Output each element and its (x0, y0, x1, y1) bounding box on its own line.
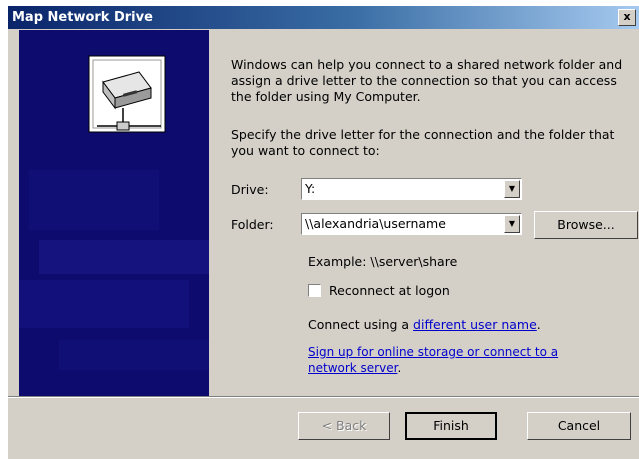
instruction-text: Specify the drive letter for the connect… (231, 127, 615, 158)
browse-button[interactable]: Browse... (534, 211, 638, 239)
example-text: Example: \\server\share (308, 254, 458, 269)
wizard-content: Windows can help you connect to a shared… (209, 30, 639, 396)
folder-combo[interactable]: \\alexandria\username ▼ (301, 213, 522, 235)
connect-using-line: Connect using a different user name. (308, 317, 541, 333)
title-bar[interactable]: Map Network Drive x (8, 6, 639, 29)
reconnect-checkbox[interactable] (308, 284, 321, 297)
finish-button[interactable]: Finish (405, 412, 497, 440)
close-icon: x (623, 10, 631, 23)
cancel-button[interactable]: Cancel (527, 412, 631, 440)
reconnect-label[interactable]: Reconnect at logon (329, 283, 450, 299)
drive-select[interactable]: Y: ▼ (301, 178, 522, 200)
chevron-down-icon[interactable]: ▼ (504, 180, 520, 198)
signup-line: Sign up for online storage or connect to… (308, 344, 608, 376)
close-button[interactable]: x (618, 9, 636, 26)
folder-value: \\alexandria\username (305, 216, 446, 231)
signup-suffix: . (397, 361, 402, 375)
online-storage-link[interactable]: Sign up for online storage or connect to… (308, 345, 558, 375)
drive-label: Drive: (231, 182, 269, 197)
map-network-drive-dialog: Map Network Drive x Windows can help you… (8, 6, 639, 459)
connect-suffix: . (536, 317, 541, 332)
connect-prefix: Connect using a (308, 317, 414, 332)
window-title: Map Network Drive (12, 10, 153, 25)
chevron-down-icon[interactable]: ▼ (504, 215, 520, 233)
different-user-name-link[interactable]: different user name (413, 317, 537, 332)
back-button[interactable]: < Back (298, 412, 390, 440)
folder-label: Folder: (231, 217, 274, 232)
network-drive-icon (88, 55, 166, 133)
footer-divider (8, 396, 639, 398)
intro-text: Windows can help you connect to a shared… (231, 57, 623, 104)
wizard-banner (19, 30, 209, 396)
drive-value: Y: (305, 181, 316, 196)
banner-artwork (19, 55, 209, 370)
